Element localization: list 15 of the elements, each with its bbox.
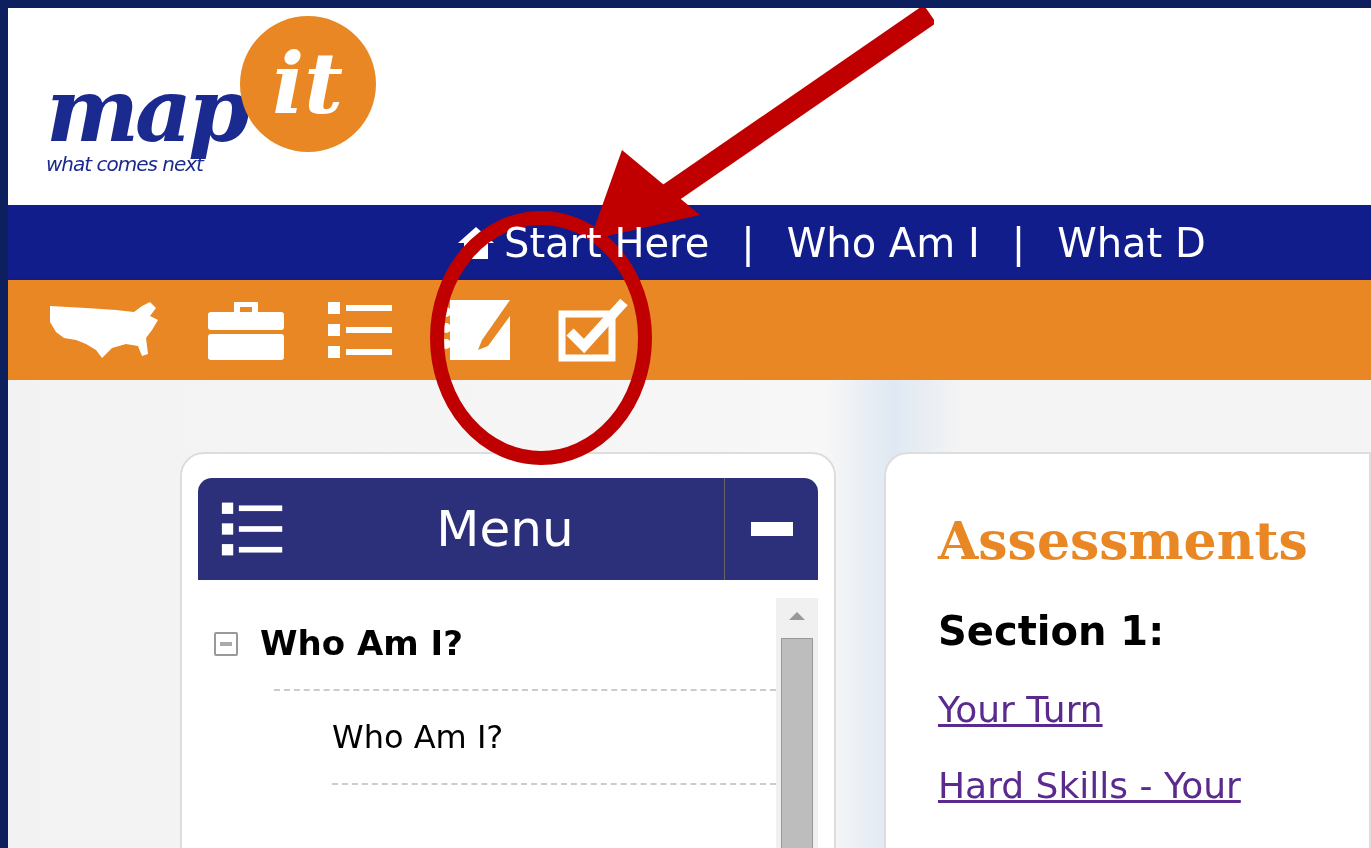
assessment-link[interactable]: Your Turn <box>938 683 1103 737</box>
menu-item[interactable]: Who Am I? <box>332 718 504 756</box>
nav-link[interactable]: What D <box>1057 212 1206 273</box>
collapse-icon[interactable] <box>214 631 238 656</box>
start-here-label: Start Here <box>504 218 710 268</box>
page-title: Assessments <box>938 509 1309 573</box>
section-heading: Section 1: <box>938 607 1166 656</box>
assessment-link[interactable]: Hard Skills - Your <box>938 759 1241 813</box>
nav-separator: | <box>741 218 755 269</box>
nav-link[interactable]: Who Am I <box>786 212 980 273</box>
nav-separator: | <box>1011 218 1026 269</box>
menu-title: Menu <box>435 498 575 560</box>
menu-section-title[interactable]: Who Am I? <box>260 618 463 669</box>
scrollbar[interactable] <box>776 598 818 848</box>
logo[interactable]: map what comes next it <box>46 16 376 174</box>
